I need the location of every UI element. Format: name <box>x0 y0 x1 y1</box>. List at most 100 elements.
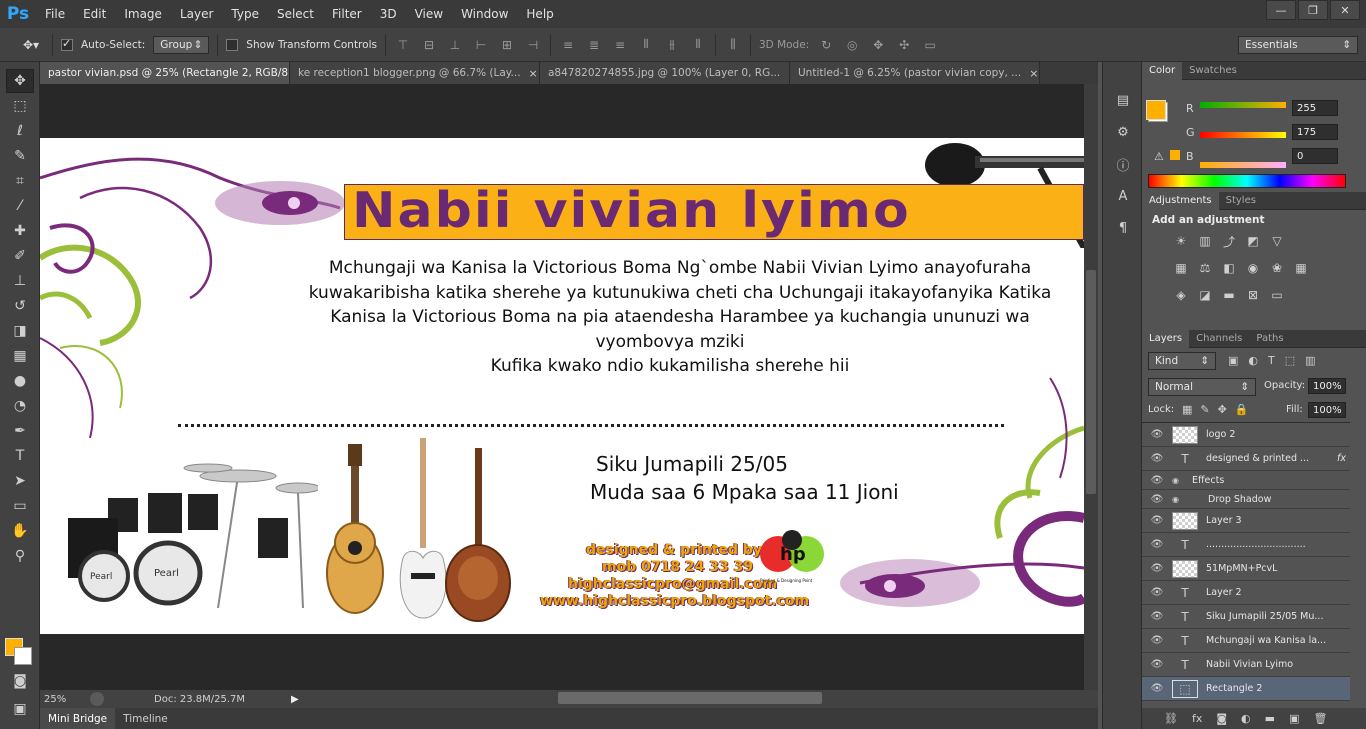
align-top-icon[interactable]: ⊤ <box>394 37 412 53</box>
layer-row[interactable]: 👁 T Siku Jumapili 25/05 Mu... <box>1142 605 1350 629</box>
color-spectrum-bar[interactable] <box>1148 174 1346 188</box>
posterize-icon[interactable]: ◪ <box>1196 286 1214 304</box>
gradient-tool-icon[interactable]: ▦ <box>6 344 34 368</box>
layer-row[interactable]: 👁 ◉ Drop Shadow <box>1142 490 1350 509</box>
effect-eye-icon[interactable]: ◉ <box>1172 495 1208 504</box>
history-brush-icon[interactable]: ↺ <box>6 294 34 318</box>
workspace-dropdown[interactable]: Essentials ⇕ <box>1238 36 1358 54</box>
visibility-eye-icon[interactable]: 👁 <box>1142 494 1172 505</box>
3d-slide-icon[interactable]: ✣ <box>895 37 913 53</box>
restore-button[interactable]: ❐ <box>1298 0 1328 20</box>
healing-brush-icon[interactable]: ✚ <box>6 219 34 243</box>
close-button[interactable]: ✕ <box>1330 0 1360 20</box>
menu-image[interactable]: Image <box>115 0 171 28</box>
align-bottom-icon[interactable]: ⊥ <box>446 37 464 53</box>
zoom-tool-icon[interactable]: ⚲ <box>6 544 34 568</box>
stamp-tool-icon[interactable]: ⊥ <box>6 269 34 293</box>
status-icon[interactable] <box>90 692 104 706</box>
layer-row[interactable]: 👁 51MpMN+PcvL <box>1142 557 1350 581</box>
opacity-input[interactable]: 100% <box>1308 378 1346 394</box>
visibility-eye-icon[interactable]: 👁 <box>1142 587 1172 598</box>
lock-position-icon[interactable]: ✥ <box>1218 403 1227 416</box>
dodge-tool-icon[interactable]: ◔ <box>6 394 34 418</box>
layer-style-icon[interactable]: fx <box>1192 712 1202 725</box>
b-value-input[interactable]: 0 <box>1292 148 1338 164</box>
layer-row[interactable]: 👁 ◉ Effects <box>1142 471 1350 490</box>
distribute-right-icon[interactable]: ⫴ <box>689 37 707 53</box>
layer-row[interactable]: 👁 T Mchungaji wa Kanisa la... <box>1142 629 1350 653</box>
visibility-eye-icon[interactable]: 👁 <box>1142 659 1172 670</box>
quick-select-tool-icon[interactable]: ✎ <box>6 144 34 168</box>
levels-icon[interactable]: ▥ <box>1196 232 1214 250</box>
quick-mask-icon[interactable]: ◙ <box>6 669 34 693</box>
filter-pixel-icon[interactable]: ▣ <box>1228 354 1238 367</box>
hand-tool-icon[interactable]: ✋ <box>6 519 34 543</box>
menu-type[interactable]: Type <box>222 0 268 28</box>
visibility-eye-icon[interactable]: 👁 <box>1142 475 1172 486</box>
3d-pan-icon[interactable]: ✥ <box>869 37 887 53</box>
r-slider[interactable] <box>1200 102 1286 108</box>
visibility-eye-icon[interactable]: 👁 <box>1142 611 1172 622</box>
tab-paths[interactable]: Paths <box>1249 330 1290 348</box>
lock-transparency-icon[interactable]: ▦ <box>1182 403 1192 416</box>
menu-select[interactable]: Select <box>268 0 323 28</box>
new-group-icon[interactable]: ▬ <box>1265 712 1275 725</box>
close-tab-icon[interactable]: × <box>529 67 538 80</box>
filter-adjustment-icon[interactable]: ◐ <box>1248 354 1258 367</box>
doc-tab[interactable]: pastor vivian.psd @ 25% (Rectangle 2, RG… <box>40 62 290 84</box>
character-panel-icon[interactable]: A <box>1110 184 1136 208</box>
threshold-icon[interactable]: ▬ <box>1220 286 1238 304</box>
new-layer-icon[interactable]: ▣ <box>1289 712 1299 725</box>
background-color-swatch[interactable] <box>14 647 32 665</box>
show-transform-checkbox[interactable] <box>226 38 239 51</box>
menu-edit[interactable]: Edit <box>74 0 115 28</box>
close-tab-icon[interactable]: × <box>1029 67 1038 80</box>
type-tool-icon[interactable]: T <box>6 444 34 468</box>
3d-scale-icon[interactable]: ▭ <box>921 37 939 53</box>
r-value-input[interactable]: 255 <box>1292 100 1338 116</box>
pen-tool-icon[interactable]: ✒ <box>6 419 34 443</box>
properties-panel-icon[interactable]: ⚙ <box>1110 120 1136 144</box>
lock-all-icon[interactable]: 🔒 <box>1235 403 1249 416</box>
distribute-left-icon[interactable]: ⫴ <box>637 37 655 53</box>
doc-tab[interactable]: Untitled-1 @ 6.25% (pastor vivian copy, … <box>790 62 1040 84</box>
brightness-icon[interactable]: ☀ <box>1172 232 1190 250</box>
vibrance-icon[interactable]: ▽ <box>1268 232 1286 250</box>
paragraph-panel-icon[interactable]: ¶ <box>1110 216 1136 240</box>
tab-mini-bridge[interactable]: Mini Bridge <box>40 708 116 729</box>
color-balance-icon[interactable]: ⚖ <box>1196 259 1214 277</box>
eyedropper-tool-icon[interactable]: ⁄ <box>6 194 34 218</box>
layer-row[interactable]: 👁 T................................. <box>1142 533 1350 557</box>
visibility-eye-icon[interactable]: 👁 <box>1142 563 1172 574</box>
rectangle-tool-icon[interactable]: ▭ <box>6 494 34 518</box>
filter-type-icon[interactable]: T <box>1268 354 1275 367</box>
channel-mixer-icon[interactable]: ❀ <box>1268 259 1286 277</box>
warning-icon[interactable]: ⚠ <box>1154 150 1164 163</box>
horizontal-scroll-thumb[interactable] <box>558 692 822 704</box>
move-tool-preset-icon[interactable]: ✥▾ <box>18 37 44 53</box>
tab-swatches[interactable]: Swatches <box>1182 62 1244 80</box>
g-slider[interactable] <box>1200 132 1286 138</box>
layer-row[interactable]: 👁 T Layer 2 <box>1142 581 1350 605</box>
brush-tool-icon[interactable]: ✐ <box>6 244 34 268</box>
tab-adjustments[interactable]: Adjustments <box>1142 191 1219 210</box>
add-mask-icon[interactable]: ◙ <box>1216 712 1227 725</box>
align-hcenter-icon[interactable]: ⊞ <box>498 37 516 53</box>
delete-layer-icon[interactable]: 🗑 <box>1313 712 1327 725</box>
align-left-icon[interactable]: ⊢ <box>472 37 490 53</box>
link-layers-icon[interactable]: ⛓ <box>1164 712 1178 725</box>
fill-input[interactable]: 100% <box>1308 402 1346 418</box>
visibility-eye-icon[interactable]: 👁 <box>1142 429 1172 440</box>
auto-select-dropdown[interactable]: Group ⇕ <box>153 35 210 54</box>
curves-icon[interactable]: ⤴ <box>1220 232 1238 250</box>
selective-color-icon[interactable]: ⊠ <box>1244 286 1262 304</box>
history-panel-icon[interactable]: ▤ <box>1110 88 1136 112</box>
blend-mode-dropdown[interactable]: Normal ⇕ <box>1148 378 1256 396</box>
fx-icon[interactable]: fx <box>1337 453 1346 464</box>
exposure-icon[interactable]: ◩ <box>1244 232 1262 250</box>
g-value-input[interactable]: 175 <box>1292 124 1338 140</box>
visibility-eye-icon[interactable]: 👁 <box>1142 453 1172 464</box>
new-adjustment-icon[interactable]: ◐ <box>1241 712 1251 725</box>
menu-file[interactable]: File <box>36 0 74 28</box>
menu-help[interactable]: Help <box>517 0 562 28</box>
